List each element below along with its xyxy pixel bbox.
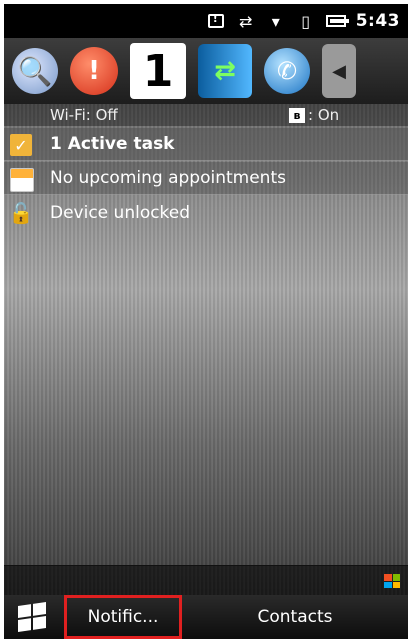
contacts-softkey[interactable]: Contacts — [182, 595, 408, 639]
bluetooth-icon: ʙ — [289, 107, 305, 123]
signal-icon[interactable]: ▾ — [266, 11, 286, 31]
vibrate-icon[interactable]: ▯ — [296, 11, 316, 31]
missed-call-icon[interactable]: ! — [70, 47, 118, 95]
list-item-appointments[interactable]: No upcoming appointments — [4, 162, 408, 195]
start-button[interactable] — [4, 595, 60, 639]
tasks-label: 1 Active task — [50, 134, 175, 154]
task-icon: ✓ — [10, 134, 32, 156]
appointments-label: No upcoming appointments — [50, 168, 286, 188]
search-icon[interactable]: 🔍 — [12, 48, 58, 94]
notification-count-icon[interactable]: 1 — [130, 43, 186, 99]
connectivity-row[interactable]: Wi-Fi: Off ʙ : On — [4, 104, 408, 126]
list-item-device-lock[interactable]: 🔓 Device unlocked — [4, 196, 408, 229]
notification-icon[interactable] — [206, 11, 226, 31]
calendar-icon — [10, 168, 34, 192]
bluetooth-label: : On — [308, 106, 340, 124]
status-bar: ⇄ ▾ ▯ 5:43 — [4, 4, 408, 38]
device-lock-label: Device unlocked — [50, 202, 191, 223]
lock-icon: 🔓 — [8, 201, 34, 225]
clock[interactable]: 5:43 — [356, 11, 400, 31]
phone-screen: ⇄ ▾ ▯ 5:43 🔍 ! 1 ⇄ ✆ ◀ Wi-Fi: Off ʙ : On… — [4, 4, 408, 639]
bluetooth-status: ʙ : On — [289, 104, 339, 126]
softkey-bar: Notific... Contacts — [4, 595, 408, 639]
more-icon[interactable]: ◀ — [322, 44, 356, 98]
windows-start-icon — [18, 602, 46, 632]
battery-icon[interactable] — [325, 11, 349, 31]
notifications-softkey[interactable]: Notific... — [64, 595, 182, 639]
wifi-status: Wi-Fi: Off — [50, 106, 118, 124]
data-sync-icon[interactable]: ⇄ — [236, 11, 256, 31]
list-item-tasks[interactable]: ✓ 1 Active task — [4, 128, 408, 161]
bottom-strip — [4, 565, 408, 596]
app-launcher: 🔍 ! 1 ⇄ ✆ ◀ — [4, 38, 408, 104]
windows-flag-icon[interactable] — [384, 574, 400, 588]
activesync-icon[interactable]: ⇄ — [198, 44, 252, 98]
phone-icon[interactable]: ✆ — [264, 48, 310, 94]
